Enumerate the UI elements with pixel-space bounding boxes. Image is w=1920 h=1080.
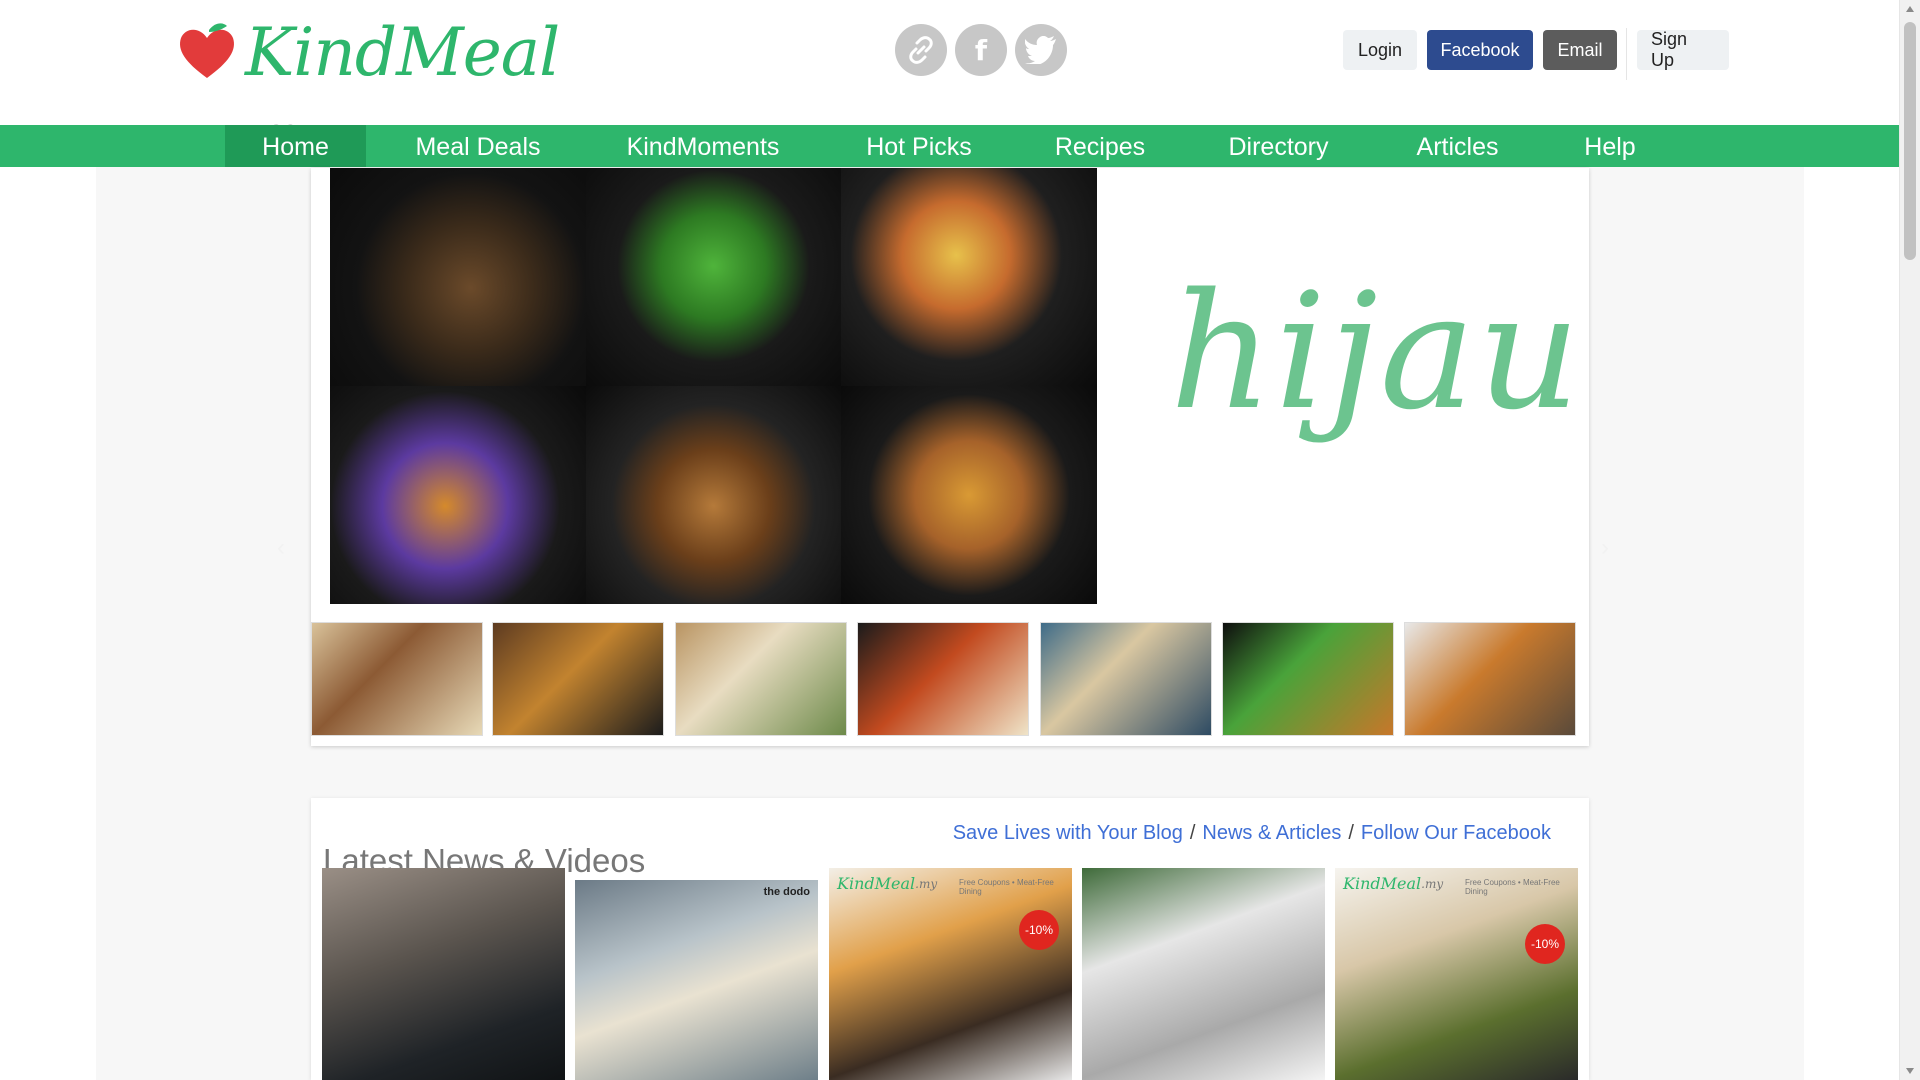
news-card-recipe[interactable]	[1082, 868, 1325, 1080]
food-collage-image	[330, 168, 1097, 604]
nav-item-meal-deals[interactable]: Meal Deals	[403, 125, 553, 167]
dish-image	[585, 386, 842, 604]
card-logo-suffix: .my	[1421, 877, 1444, 891]
hero-slide[interactable]: hijau	[330, 168, 1580, 604]
heart-apple-icon	[180, 23, 234, 78]
scroll-down-arrow-icon[interactable]	[1906, 1068, 1914, 1074]
thumbnail[interactable]	[1040, 622, 1212, 736]
dish-image	[841, 386, 1097, 604]
card-kindmeal-logo: KindMeal .my	[1343, 874, 1445, 893]
dish-image	[841, 168, 1097, 386]
vertical-scrollbar[interactable]	[1899, 0, 1920, 1080]
chain-link-icon	[909, 36, 933, 64]
twitter-icon[interactable]	[1015, 24, 1067, 76]
save-lives-blog-link[interactable]: Save Lives with Your Blog	[953, 822, 1183, 844]
nav-item-recipes[interactable]: Recipes	[1033, 125, 1167, 167]
email-login-button[interactable]: Email	[1543, 30, 1617, 70]
latest-news-section: Latest News & Videos Save Lives with You…	[311, 798, 1589, 1080]
card-logo-brand: KindMeal	[837, 874, 916, 893]
link-icon[interactable]	[895, 24, 947, 76]
thumbnail[interactable]	[1222, 622, 1394, 736]
facebook-glyph: f	[974, 33, 988, 67]
news-card-kindmeal-deal[interactable]: KindMeal .my Free Coupons • Meat-Free Din…	[1335, 868, 1578, 1080]
scroll-thumb[interactable]	[1904, 22, 1916, 260]
nav-item-directory[interactable]: Directory	[1211, 125, 1346, 167]
dish-image	[330, 386, 586, 604]
prev-slide-arrow-icon[interactable]: ‹	[277, 534, 285, 562]
card-tagline: Free Coupons • Meat-Free Dining	[959, 878, 1054, 896]
link-separator: /	[1348, 822, 1354, 844]
logo-brand: KindMeal	[245, 14, 560, 91]
thumbnail[interactable]	[311, 622, 483, 736]
dish-image	[330, 168, 586, 386]
login-button[interactable]: Login	[1343, 30, 1417, 70]
kindmeal-logo[interactable]: KindMeal.my	[175, 10, 625, 159]
thumbnail[interactable]	[492, 622, 664, 736]
site-header: KindMeal.my f Login Facebook Email Sign …	[0, 0, 1900, 159]
nav-item-help[interactable]: Help	[1548, 125, 1672, 167]
link-separator: /	[1189, 822, 1196, 844]
scroll-up-arrow-icon[interactable]	[1906, 6, 1914, 12]
nav-item-kindmoments[interactable]: KindMoments	[602, 125, 804, 167]
nav-item-hot-picks[interactable]: Hot Picks	[852, 125, 986, 167]
discount-badge: -10%	[1019, 910, 1059, 950]
main-nav: Home Meal Deals KindMoments Hot Picks Re…	[0, 125, 1900, 167]
news-articles-link[interactable]: News & Articles	[1202, 822, 1341, 844]
nav-item-articles[interactable]: Articles	[1390, 125, 1525, 167]
next-slide-arrow-icon[interactable]: ›	[1601, 534, 1609, 562]
news-card-seal-video[interactable]	[322, 868, 565, 1080]
card-logo-suffix: .my	[915, 877, 938, 891]
discount-badge: -10%	[1525, 924, 1565, 964]
facebook-login-button[interactable]: Facebook	[1427, 30, 1533, 70]
news-card-duck-video[interactable]: the dodo	[575, 880, 818, 1080]
hero-thumbnails	[311, 622, 1579, 737]
thumbnail[interactable]	[675, 622, 847, 736]
signup-button[interactable]: Sign Up	[1637, 29, 1729, 70]
news-links: Save Lives with Your Blog / News & Article…	[953, 822, 1551, 845]
card-tagline: Free Coupons • Meat-Free Dining	[1465, 878, 1560, 896]
thumbnail[interactable]	[857, 622, 1029, 736]
twitter-bird-icon	[1025, 36, 1056, 64]
thumbnail[interactable]	[1404, 622, 1576, 736]
the-dodo-logo: the dodo	[763, 886, 810, 898]
news-card-kindmeal-deal[interactable]: KindMeal .my Free Coupons • Meat-Free Din…	[829, 868, 1072, 1080]
nav-item-home[interactable]: Home	[225, 125, 366, 167]
facebook-icon[interactable]: f	[955, 24, 1007, 76]
auth-divider	[1626, 28, 1627, 80]
dish-image	[585, 168, 842, 386]
card-logo-brand: KindMeal	[1343, 874, 1422, 893]
card-kindmeal-logo: KindMeal .my	[837, 874, 939, 893]
restaurant-brand-text: hijau	[1170, 258, 1583, 445]
follow-facebook-link[interactable]: Follow Our Facebook	[1361, 822, 1551, 844]
